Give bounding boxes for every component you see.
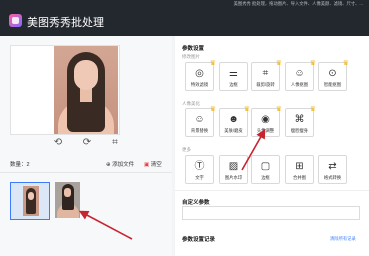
title-bar: 美图秀秀 批处理，拖动图片、导入文件、人像美颜、滤镜、尺寸、... 美图秀秀批处… xyxy=(0,0,369,36)
card-frame[interactable]: ⚌ 边框 xyxy=(219,62,248,91)
crown-icon: ♛ xyxy=(275,106,282,113)
app-logo-icon xyxy=(9,14,22,27)
background-icon: ☺ xyxy=(194,114,205,125)
thumbnail-photo xyxy=(23,186,39,216)
clear-label: 清空 xyxy=(150,162,162,168)
card-filter[interactable]: ◎ 特效滤镜 ♛ xyxy=(185,60,216,91)
format-icon: ⇄ xyxy=(328,161,337,172)
custom-params-input[interactable] xyxy=(182,206,360,220)
rotate-right-icon[interactable]: ⟳ xyxy=(81,137,93,149)
slim-icon: ⌘ xyxy=(294,114,305,125)
card-merge[interactable]: ⊞ 合并图 xyxy=(285,155,314,184)
params-record-title: 参数设置记录 xyxy=(182,237,216,243)
preview-photo xyxy=(54,46,118,134)
clear-records-link[interactable]: 清除所有记录 xyxy=(330,236,356,242)
divider xyxy=(175,190,369,191)
card-image-watermark[interactable]: ▨ 图片水印 xyxy=(219,155,248,184)
image-preview xyxy=(10,45,120,135)
crown-icon: ♛ xyxy=(209,60,216,67)
add-file-button[interactable]: ⊕ 添加文件 xyxy=(106,160,134,168)
thumbnail-selected[interactable] xyxy=(10,182,50,220)
card-crop[interactable]: ⌗ 裁剪/旋转 ♛ xyxy=(251,60,282,91)
card-portrait-cutout[interactable]: ☺ 人像抠图 ♛ xyxy=(285,60,316,91)
add-icon: ⊕ xyxy=(106,162,111,168)
compare-icon[interactable]: ⌗ xyxy=(109,137,121,149)
text-icon: Ⓣ xyxy=(194,161,205,172)
card-format[interactable]: ⇄ 格式转换 xyxy=(318,155,347,184)
section-title: 参数设置 xyxy=(182,46,205,52)
crown-icon: ♛ xyxy=(309,106,316,113)
clear-button[interactable]: ▣ 清空 xyxy=(144,160,162,168)
card-slim[interactable]: ⌘ 瘦脸瘦身 ♛ xyxy=(285,106,316,137)
skin-icon: ☻ xyxy=(228,114,239,125)
smart-cutout-icon: ⊙ xyxy=(328,68,337,79)
custom-params-title: 自定义参数 xyxy=(182,200,210,206)
crown-icon: ♛ xyxy=(275,60,282,67)
divider xyxy=(0,172,172,173)
group-label-modify: 修改图片 xyxy=(182,54,200,59)
crop-icon: ⌗ xyxy=(262,68,269,79)
preview-toolbar: ⟲ ⟳ ⌗ xyxy=(52,137,122,149)
card-smart-cutout[interactable]: ⊙ 智能抠图 ♛ xyxy=(318,60,349,91)
merge-icon: ⊞ xyxy=(295,161,304,172)
card-border[interactable]: ▢ 边框 xyxy=(251,155,280,184)
avatar-adjust-icon: ◉ xyxy=(261,114,270,125)
add-file-label: 添加文件 xyxy=(112,162,135,168)
filter-icon: ◎ xyxy=(195,68,204,79)
image-watermark-icon: ▨ xyxy=(228,161,239,172)
top-description: 美图秀秀 批处理，拖动图片、导入文件、人像美颜、滤镜、尺寸、... xyxy=(233,1,363,6)
app-title: 美图秀秀批处理 xyxy=(27,17,104,29)
crown-icon: ♛ xyxy=(342,60,349,67)
group-label-portrait: 人像美化 xyxy=(182,101,200,106)
card-background[interactable]: ☺ 背景替换 ♛ xyxy=(185,106,216,137)
crown-icon: ♛ xyxy=(209,106,216,113)
card-text[interactable]: Ⓣ 文字 xyxy=(185,155,214,184)
crown-icon: ♛ xyxy=(309,60,316,67)
crown-icon: ♛ xyxy=(243,106,250,113)
rotate-left-icon[interactable]: ⟲ xyxy=(52,137,64,149)
frame-icon: ⚌ xyxy=(229,68,238,79)
card-avatar-adjust[interactable]: ◉ 头像调整 ♛ xyxy=(251,106,282,137)
border-icon: ▢ xyxy=(260,161,271,172)
portrait-cutout-icon: ☺ xyxy=(294,68,305,79)
thumbnail[interactable] xyxy=(55,182,80,218)
trash-icon: ▣ xyxy=(144,162,150,168)
group-label-more: 更多 xyxy=(182,147,191,152)
card-skin[interactable]: ☻ 美肤/磨皮 ♛ xyxy=(219,106,250,137)
